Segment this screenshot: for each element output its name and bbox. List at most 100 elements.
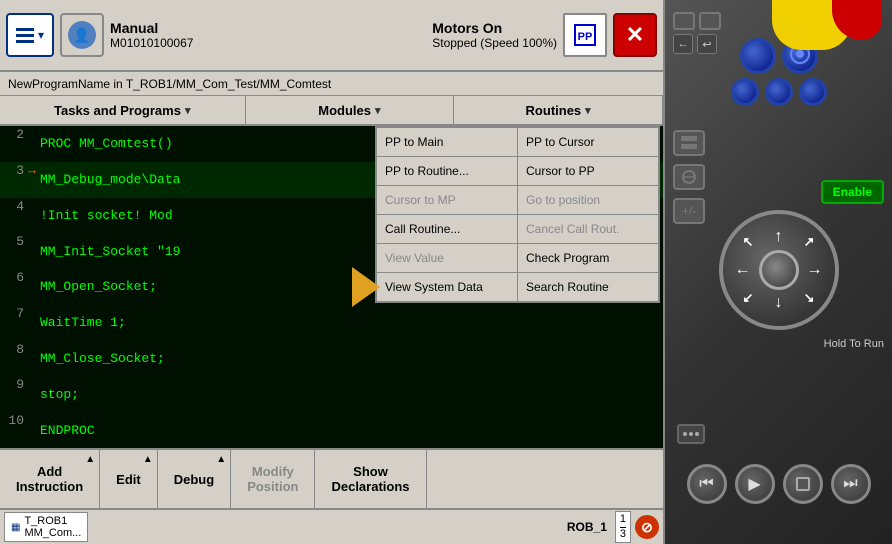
- menu-button[interactable]: ▾: [6, 13, 54, 57]
- ctrl-small-btn-2[interactable]: [699, 12, 721, 30]
- content-area: 2 PROC MM_Comtest() 3 → MM_Debug_mode\Da…: [0, 126, 663, 448]
- dropdown-row: View System DataSearch Routine: [377, 273, 658, 301]
- line-number: 10: [0, 412, 24, 448]
- operator-icon: 👤: [68, 21, 96, 49]
- ctrl-circle-5[interactable]: [799, 78, 827, 106]
- ctrl-circle-4[interactable]: [765, 78, 793, 106]
- ctrl-circle-3[interactable]: [731, 78, 759, 106]
- add-instruction-label-2: Instruction: [16, 479, 83, 494]
- top-bar: ▾ 👤 Manual M01010100067 Motors On Stoppe…: [0, 0, 663, 72]
- dropdown-item[interactable]: Cursor to PP: [518, 157, 658, 185]
- dropdown-item: View Value: [377, 244, 518, 272]
- tasks-arrow-icon: ▾: [185, 104, 191, 117]
- dropdown-row: Cursor to MPGo to position: [377, 186, 658, 215]
- ctrl-arrow-down-icon: ↓: [775, 294, 783, 312]
- debug-button[interactable]: ▲ Debug: [158, 450, 231, 508]
- modules-arrow-icon: ▾: [375, 104, 381, 117]
- dropdown-item[interactable]: Check Program: [518, 244, 658, 272]
- tasks-programs-button[interactable]: Tasks and Programs ▾: [0, 96, 246, 124]
- ctrl-small-btn-1[interactable]: [673, 12, 695, 30]
- routines-arrow-icon: ▾: [585, 104, 591, 117]
- ctrl-fastforward-icon: ⏭: [843, 475, 857, 493]
- ctrl-playback-controls: ⏮ ▶ ⏭: [687, 464, 871, 504]
- code-line[interactable]: stop;: [40, 376, 663, 412]
- modules-label: Modules: [318, 103, 371, 118]
- routines-button[interactable]: Routines ▾: [454, 96, 663, 124]
- modules-button[interactable]: Modules ▾: [246, 96, 455, 124]
- add-instruction-label-1: Add: [37, 464, 62, 479]
- ctrl-arrow-left-icon: ←: [735, 261, 751, 279]
- ctrl-play-button[interactable]: ▶: [735, 464, 775, 504]
- dropdown-item[interactable]: PP to Cursor: [518, 128, 658, 156]
- code-line[interactable]: WaitTime 1;: [40, 305, 663, 341]
- ctrl-circle-1[interactable]: [740, 38, 776, 74]
- path-bar: NewProgramName in T_ROB1/MM_Com_Test/MM_…: [0, 72, 663, 96]
- line-arrow: [24, 376, 40, 412]
- line-number: 3: [0, 162, 24, 198]
- operator-button[interactable]: 👤: [60, 13, 104, 57]
- edit-label: Edit: [116, 472, 141, 487]
- edit-button[interactable]: ▲ Edit: [100, 450, 158, 508]
- line-number: 2: [0, 126, 24, 162]
- modify-position-button[interactable]: Modify Position: [231, 450, 315, 508]
- dropdown-row: View ValueCheck Program: [377, 244, 658, 273]
- dropdown-row: Call Routine...Cancel Call Rout.: [377, 215, 658, 244]
- line-number: 6: [0, 269, 24, 305]
- motors-label: Motors On: [432, 20, 502, 36]
- ctrl-joystick-area: ↖ ↗ ↙ ↘ ↑ ↓ ← →: [699, 200, 859, 340]
- motors-block: Motors On Stopped (Speed 100%): [432, 20, 557, 50]
- dropdown-item[interactable]: PP to Routine...: [377, 157, 518, 185]
- motors-status: Stopped (Speed 100%): [432, 36, 557, 50]
- status-block: Manual M01010100067: [110, 20, 426, 50]
- code-line[interactable]: MM_Close_Socket;: [40, 341, 663, 377]
- ctrl-stop-icon: [796, 477, 810, 491]
- hamburger-icon: [16, 28, 34, 43]
- ctrl-arrow-dr-icon: ↘: [804, 290, 815, 306]
- line-arrow: [24, 412, 40, 448]
- ctrl-stop-button[interactable]: [783, 464, 823, 504]
- ctrl-joystick[interactable]: ↖ ↗ ↙ ↘ ↑ ↓ ← →: [719, 210, 839, 330]
- tasks-label: Tasks and Programs: [54, 103, 181, 118]
- task-indicator[interactable]: ▦ T_ROB1MM_Com...: [4, 512, 88, 542]
- code-line[interactable]: ENDPROC: [40, 412, 663, 448]
- close-button[interactable]: ✕: [613, 13, 657, 57]
- show-decl-label-1: Show: [353, 464, 388, 479]
- no-robot-icon: ⊘: [635, 515, 659, 539]
- dropdown-item[interactable]: Call Routine...: [377, 215, 518, 243]
- ctrl-menu-dots: [677, 424, 705, 444]
- line-number: 8: [0, 341, 24, 377]
- pp-icon: PP: [571, 21, 599, 49]
- show-declarations-button[interactable]: Show Declarations: [315, 450, 426, 508]
- ctrl-rewind-button[interactable]: ⏮: [687, 464, 727, 504]
- ctrl-dot-btn-1[interactable]: [677, 424, 705, 444]
- dropdown-item[interactable]: Search Routine: [518, 273, 658, 301]
- ctrl-side-btn-1[interactable]: [673, 130, 705, 156]
- line-arrow: [24, 269, 40, 305]
- show-decl-label-2: Declarations: [331, 479, 409, 494]
- ctrl-side-btn-2[interactable]: [673, 164, 705, 190]
- add-instruction-button[interactable]: ▲ Add Instruction: [0, 450, 100, 508]
- table-row: 8 MM_Close_Socket;: [0, 341, 663, 377]
- svg-text:PP: PP: [578, 31, 593, 43]
- dropdown-item[interactable]: PP to Main: [377, 128, 518, 156]
- line-number: 4: [0, 198, 24, 234]
- ctrl-arrow-ur-icon: ↗: [804, 234, 815, 250]
- enable-label: Enable: [833, 185, 872, 199]
- rob-label: ROB_1: [563, 518, 611, 536]
- ctrl-icon-btn-1[interactable]: ←: [673, 34, 693, 54]
- fraction-display: 1 3: [615, 511, 631, 542]
- modify-position-label-1: Modify: [252, 464, 294, 479]
- dropdown-item[interactable]: View System Data: [377, 273, 518, 301]
- controller-panel: ← ↩: [665, 0, 892, 544]
- toolbar: Tasks and Programs ▾ Modules ▾ Routines …: [0, 96, 663, 126]
- ctrl-fastforward-button[interactable]: ⏭: [831, 464, 871, 504]
- ctrl-arrow-right-icon: →: [807, 261, 823, 279]
- fraction-bottom: 3: [620, 528, 626, 541]
- task-text: T_ROB1MM_Com...: [24, 515, 81, 539]
- chevron-down-icon: ▾: [38, 28, 44, 42]
- pp-icon-button[interactable]: PP: [563, 13, 607, 57]
- routines-label: Routines: [526, 103, 582, 118]
- edit-up-arrow: ▲: [143, 454, 153, 465]
- dropdown-item: Go to position: [518, 186, 658, 214]
- mode-label: Manual: [110, 20, 426, 36]
